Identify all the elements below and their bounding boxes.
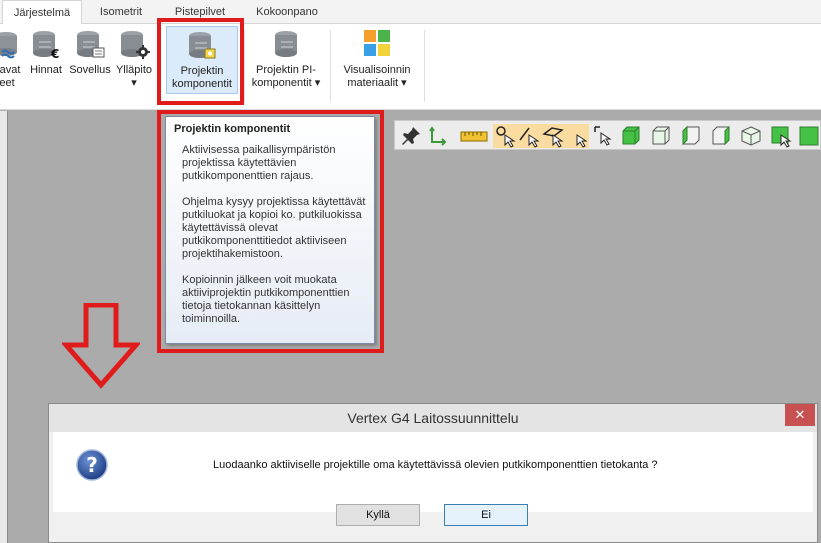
ribbon-label: eet: [0, 77, 15, 89]
svg-text:€: €: [50, 47, 59, 60]
projektin-pi-komponentit-button[interactable]: Projektin PI- komponentit ▾: [248, 28, 324, 98]
select-object-icon[interactable]: [565, 124, 589, 148]
dialog-title: Vertex G4 Laitossuunnittelu: [347, 410, 519, 426]
select-face-icon[interactable]: [541, 124, 565, 148]
green-cube-left-icon[interactable]: [679, 124, 703, 148]
confirm-dialog: Vertex G4 Laitossuunnittelu ✕ ? Luodaank…: [48, 403, 818, 543]
pin-icon[interactable]: [399, 124, 423, 148]
green-cube-iso-icon[interactable]: [739, 124, 763, 148]
view-toolbar: [394, 120, 821, 150]
dialog-message: Luodaanko aktiiviselle projektille oma k…: [213, 459, 658, 471]
hinnat-button[interactable]: € Hinnat: [26, 28, 66, 98]
svg-text:?: ?: [86, 453, 98, 477]
ribbon-separator: [424, 30, 425, 102]
highlight-box-button: [157, 18, 244, 105]
ribbon-label: navat: [0, 64, 21, 76]
green-cube-partial-icon[interactable]: [797, 124, 821, 148]
dropdown-caret: ▾: [131, 77, 137, 89]
visualisoinnin-materiaalit-button[interactable]: Visualisoinnin materiaalit ▾: [336, 28, 418, 98]
ribbon-separator: [244, 30, 245, 102]
tab-isometrit[interactable]: Isometrit: [84, 0, 158, 24]
dialog-titlebar[interactable]: Vertex G4 Laitossuunnittelu ✕: [49, 404, 817, 432]
database-euro-icon: €: [33, 31, 59, 60]
color-squares-icon: [364, 30, 390, 56]
ribbon-tabbar: Järjestelmä Isometrit Pistepilvet Kokoon…: [0, 0, 821, 25]
no-button[interactable]: Ei: [444, 504, 528, 526]
ribbon-label: Hinnat: [30, 64, 62, 76]
arrow-path-icon[interactable]: [427, 124, 451, 148]
select-corner-icon[interactable]: [591, 124, 615, 148]
tab-jarjestelma[interactable]: Järjestelmä: [2, 0, 82, 25]
green-cube-wire-icon[interactable]: [649, 124, 673, 148]
close-button[interactable]: ✕: [785, 404, 815, 426]
tab-kokoonpano[interactable]: Kokoonpano: [242, 0, 332, 24]
database-doc-icon: [77, 31, 105, 58]
select-line-icon[interactable]: [517, 124, 541, 148]
database-pi-icon: [275, 31, 297, 57]
left-pane: [0, 111, 8, 543]
ribbon-label: materiaalit ▾: [347, 77, 407, 89]
ribbon: navat eet € Hinnat Sovellus Ylläpito ▾: [0, 24, 821, 110]
down-arrow-icon: [62, 303, 140, 389]
ruler-icon[interactable]: [459, 124, 489, 148]
question-icon: ?: [76, 449, 108, 481]
ribbon-label: komponentit ▾: [251, 77, 321, 89]
database-gear-icon: [121, 31, 150, 59]
green-cube-solid-icon[interactable]: [619, 124, 643, 148]
ribbon-label: Projektin PI-: [256, 64, 316, 76]
yllapito-button[interactable]: Ylläpito ▾: [114, 28, 154, 98]
ribbon-label: Visualisoinnin: [343, 64, 411, 76]
ribbon-label: Sovellus: [69, 64, 111, 76]
dialog-body: ? Luodaanko aktiiviselle projektille oma…: [53, 432, 813, 512]
ribbon-button-partial[interactable]: navat eet: [0, 28, 22, 98]
highlight-box-tooltip: [157, 110, 384, 353]
database-wave-icon: [0, 32, 17, 59]
select-point-icon[interactable]: [493, 124, 517, 148]
green-cube-select-icon[interactable]: [769, 124, 793, 148]
green-cube-right-icon[interactable]: [709, 124, 733, 148]
sovellus-button[interactable]: Sovellus: [68, 28, 112, 98]
yes-button[interactable]: Kyllä: [336, 504, 420, 526]
ribbon-label: Ylläpito: [115, 64, 153, 76]
ribbon-separator: [330, 30, 331, 102]
